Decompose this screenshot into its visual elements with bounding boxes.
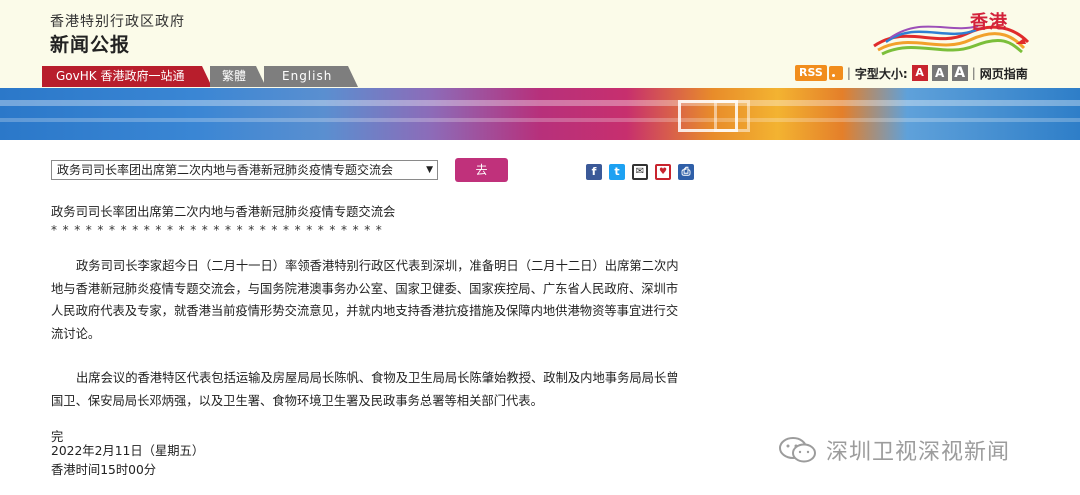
bookmark-icon[interactable]: ♥ — [655, 164, 671, 180]
release-time: 香港时间15时00分 — [51, 463, 157, 477]
page-header: 香港特别行政区政府 新闻公报 香港 GovHK 香港政府一站通 繁體版 Engl… — [0, 0, 1080, 88]
toolbar: RSS | 字型大小: A A A | 网页指南 — [795, 63, 1028, 83]
mail-icon[interactable]: ✉ — [632, 164, 648, 180]
paragraph-line: 国卫、保安局局长邓炳强，以及卫生署、食物环境卫生署及民政事务总署等相关部门代表。 — [51, 393, 543, 408]
logo-text: 香港 — [970, 12, 1008, 33]
release-datetime: 2022年2月11日（星期五） 香港时间15时00分 — [51, 442, 204, 480]
top-nav: GovHK 香港政府一站通 繁體版 English — [42, 66, 360, 87]
paragraph-line: 地与香港新冠肺炎疫情专题交流会，与国务院港澳事务办公室、国家卫健委、国家疾控局、… — [51, 281, 679, 296]
watermark: 深圳卫视深视新闻 — [778, 434, 1010, 466]
sitemap-link[interactable]: 网页指南 — [980, 65, 1028, 82]
wechat-icon — [778, 436, 818, 464]
print-icon[interactable]: ⎙ — [678, 164, 694, 180]
article-title: 政务司司长率团出席第二次内地与香港新冠肺炎疫情专题交流会 — [51, 205, 396, 219]
font-size-label: 字型大小: — [854, 66, 908, 81]
font-size-small-button[interactable]: A — [911, 65, 928, 81]
chevron-down-icon: ▼ — [426, 165, 433, 175]
separator: | — [971, 66, 976, 80]
paragraph: 政务司司长李家超今日（二月十一日）率领香港特别行政区代表到深圳，准备明日（二月十… — [51, 255, 731, 345]
release-date: 2022年2月11日（星期五） — [51, 444, 205, 458]
paragraph-line: 政务司司长李家超今日（二月十一日）率领香港特别行政区代表到深圳，准备明日（二月十… — [76, 259, 679, 273]
rss-icon[interactable] — [828, 66, 843, 80]
title-divider: ***************************** — [51, 223, 388, 237]
paragraph-line: 出席会议的香港特区代表包括运输及房屋局局长陈帆、食物及卫生局局长陈肇始教授、政制… — [76, 371, 679, 385]
watermark-text: 深圳卫视深视新闻 — [826, 440, 1011, 465]
banner-frame-decoration — [714, 100, 750, 132]
twitter-icon[interactable]: t — [609, 164, 625, 180]
font-size-large-button[interactable]: A — [951, 65, 968, 81]
banner-stripe — [0, 118, 1080, 122]
page-title: 新闻公报 — [50, 34, 131, 56]
paragraph-line: 人民政府代表及专家，就香港当前疫情形势交流意见，并就内地支持香港抗疫措施及保障内… — [51, 304, 679, 318]
font-size-medium-button[interactable]: A — [931, 65, 948, 81]
paragraph: 出席会议的香港特区代表包括运输及房屋局局长陈帆、食物及卫生局局长陈肇始教授、政制… — [51, 367, 731, 412]
article-body: 政务司司长率团出席第二次内地与香港新冠肺炎疫情专题交流会 ***********… — [51, 203, 731, 446]
rss-button[interactable]: RSS — [795, 65, 827, 81]
facebook-icon[interactable]: f — [586, 164, 602, 180]
nav-traditional-chinese[interactable]: 繁體版 — [210, 66, 266, 87]
paragraph-line: 流讨论。 — [51, 326, 101, 341]
brand-hong-kong-logo[interactable]: 香港 — [866, 4, 1036, 60]
nav-govhk[interactable]: GovHK 香港政府一站通 — [42, 66, 212, 87]
press-release-select[interactable]: 政务司司长率团出席第二次内地与香港新冠肺炎疫情专题交流会 ▼ — [51, 160, 438, 180]
share-bar: f t ✉ ♥ ⎙ — [586, 164, 701, 180]
government-name: 香港特别行政区政府 — [50, 14, 185, 30]
go-button[interactable]: 去 — [455, 158, 508, 182]
separator: | — [846, 66, 851, 80]
select-value: 政务司司长率团出席第二次内地与香港新冠肺炎疫情专题交流会 — [57, 163, 394, 177]
hero-banner — [0, 88, 1080, 140]
nav-english[interactable]: English — [264, 66, 358, 87]
banner-stripe — [0, 100, 1080, 106]
